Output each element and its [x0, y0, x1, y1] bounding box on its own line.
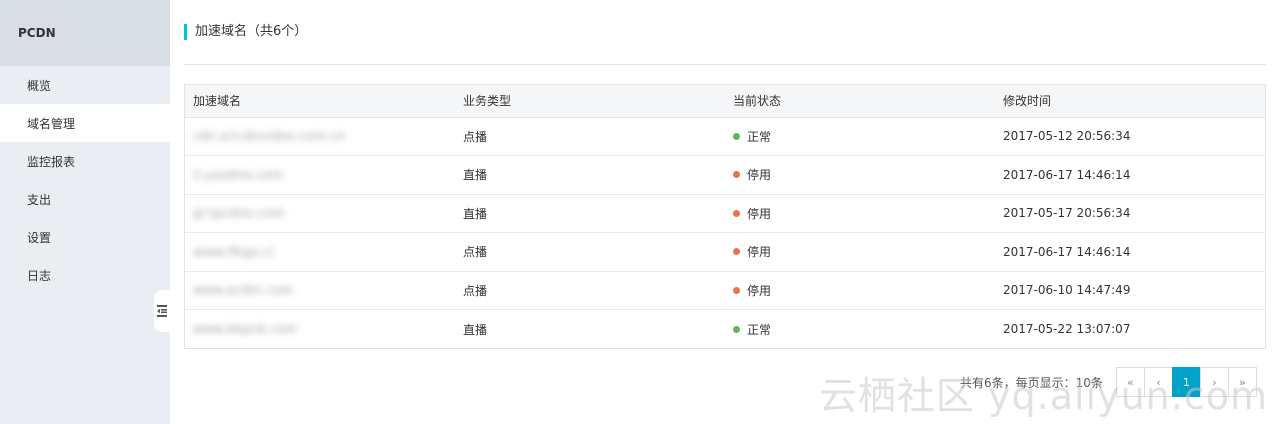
status-cell: 停用: [725, 270, 995, 310]
page-title: 加速域名（共6个）: [184, 24, 307, 40]
pagination-summary: 共有6条，每页显示：10条: [960, 375, 1103, 390]
status-dot-icon: [733, 171, 740, 179]
sidebar-nav: 概览 域名管理 监控报表 支出 设置 日志: [0, 66, 170, 294]
domain-cell: li.yoodno.com: [185, 155, 455, 194]
modified-time-cell: 2017-05-12 20:56:34: [1003, 129, 1131, 144]
collapse-sidebar-button[interactable]: [154, 290, 170, 332]
modified-time-cell: 2017-06-17 14:46:14: [995, 155, 1265, 194]
status-text: 正常: [747, 129, 772, 144]
status-cell: 停用: [725, 193, 995, 233]
main-content: 加速域名（共6个） 加速域名 业务类型 当前状态 修改时间 cdn.a1cdnv…: [170, 0, 1280, 424]
domain-name[interactable]: cdn.a1cdnvideo.com.cn: [193, 129, 346, 143]
modified-time-cell: 2017-06-17 14:46:14: [995, 232, 1265, 271]
page-1-button[interactable]: 1: [1171, 367, 1201, 397]
column-header-status: 当前状态: [725, 85, 995, 118]
status-badge: 停用: [733, 166, 995, 183]
status-text: 停用: [747, 245, 772, 260]
status-dot-icon: [733, 132, 740, 140]
table-row: gl.tpcdno.com 直播 停用 2017-05-17 20:56:34: [185, 193, 1265, 233]
domain-name[interactable]: www.bkpcb.com: [193, 322, 298, 336]
last-page-button[interactable]: »: [1227, 367, 1257, 397]
table-row: www.bkpcb.com 直播 正常 2017-05-22 13:07:07: [185, 309, 1265, 348]
modified-time-cell: 2017-06-10 14:47:49: [995, 270, 1265, 310]
status-text: 正常: [747, 322, 772, 337]
business-type-cell: 直播: [455, 193, 725, 233]
business-type-cell: 点播: [463, 129, 488, 144]
modified-time-cell: 2017-05-22 13:07:07: [995, 309, 1265, 348]
status-badge: 停用: [733, 282, 995, 299]
prev-page-button[interactable]: ‹: [1143, 367, 1173, 397]
status-dot-icon: [733, 325, 740, 333]
status-cell: 正常: [725, 117, 995, 156]
modified-time-cell: 2017-05-17 20:56:34: [995, 193, 1265, 233]
status-cell: 停用: [725, 155, 995, 194]
table-row: www.aclbn.com 点播 停用 2017-06-10 14:47:49: [185, 270, 1265, 310]
status-badge: 停用: [733, 243, 995, 260]
column-header-domain: 加速域名: [185, 85, 455, 118]
status-dot-icon: [733, 248, 740, 256]
domain-cell: gl.tpcdno.com: [185, 193, 455, 233]
status-text: 停用: [747, 168, 772, 183]
domain-name[interactable]: gl.tpcdno.com: [193, 206, 285, 220]
column-header-modified-time: 修改时间: [995, 85, 1265, 118]
business-type-cell: 直播: [455, 155, 725, 194]
table-header-row: 加速域名 业务类型 当前状态 修改时间: [185, 85, 1265, 118]
sidebar-item-monitoring-reports[interactable]: 监控报表: [0, 142, 170, 180]
sidebar-item-settings[interactable]: 设置: [0, 218, 170, 256]
status-badge: 正常: [733, 128, 995, 145]
domain-cell: www.lfkgo.cl: [185, 232, 455, 271]
status-dot-icon: [733, 286, 740, 294]
sidebar-item-expenses[interactable]: 支出: [0, 180, 170, 218]
first-page-button[interactable]: «: [1115, 367, 1145, 397]
title-divider: [184, 64, 1266, 65]
status-text: 停用: [747, 283, 772, 298]
table-row: li.yoodno.com 直播 停用 2017-06-17 14:46:14: [185, 155, 1265, 194]
status-text: 停用: [747, 206, 772, 221]
table-row: cdn.a1cdnvideo.com.cn 点播 正常 2017-05-12 20:5…: [185, 117, 1265, 156]
domain-cell: www.aclbn.com: [185, 270, 455, 310]
domain-table: 加速域名 业务类型 当前状态 修改时间 cdn.a1cdnvideo.com.c…: [184, 84, 1266, 349]
status-dot-icon: [733, 209, 740, 217]
sidebar-item-overview[interactable]: 概览: [0, 66, 170, 104]
sidebar-title: PCDN: [0, 0, 170, 66]
collapse-sidebar-icon: [157, 305, 167, 317]
status-cell: 正常: [725, 309, 995, 348]
column-header-type: 业务类型: [455, 85, 725, 118]
domain-name[interactable]: li.yoodno.com: [193, 168, 284, 182]
pagination: 共有6条，每页显示：10条 « ‹ 1 › »: [960, 367, 1257, 397]
table-row: www.lfkgo.cl 点播 停用 2017-06-17 14:46:14: [185, 232, 1265, 271]
status-cell: 停用: [725, 232, 995, 271]
table-body: cdn.a1cdnvideo.com.cn 点播 正常 2017-05-12 20:5…: [185, 117, 1265, 348]
domain-name[interactable]: www.lfkgo.cl: [193, 245, 274, 259]
sidebar-item-domain-management[interactable]: 域名管理: [0, 104, 170, 142]
domain-name[interactable]: www.aclbn.com: [193, 283, 294, 297]
business-type-cell: 点播: [455, 232, 725, 271]
status-badge: 停用: [733, 205, 995, 222]
sidebar: PCDN 概览 域名管理 监控报表 支出 设置 日志: [0, 0, 170, 424]
domain-cell: www.bkpcb.com: [185, 309, 455, 348]
business-type-cell: 点播: [455, 270, 725, 310]
next-page-button[interactable]: ›: [1199, 367, 1229, 397]
status-badge: 正常: [733, 321, 995, 338]
sidebar-item-logs[interactable]: 日志: [0, 256, 170, 294]
domain-cell: cdn.a1cdnvideo.com.cn: [185, 117, 455, 156]
business-type-cell: 直播: [455, 309, 725, 348]
